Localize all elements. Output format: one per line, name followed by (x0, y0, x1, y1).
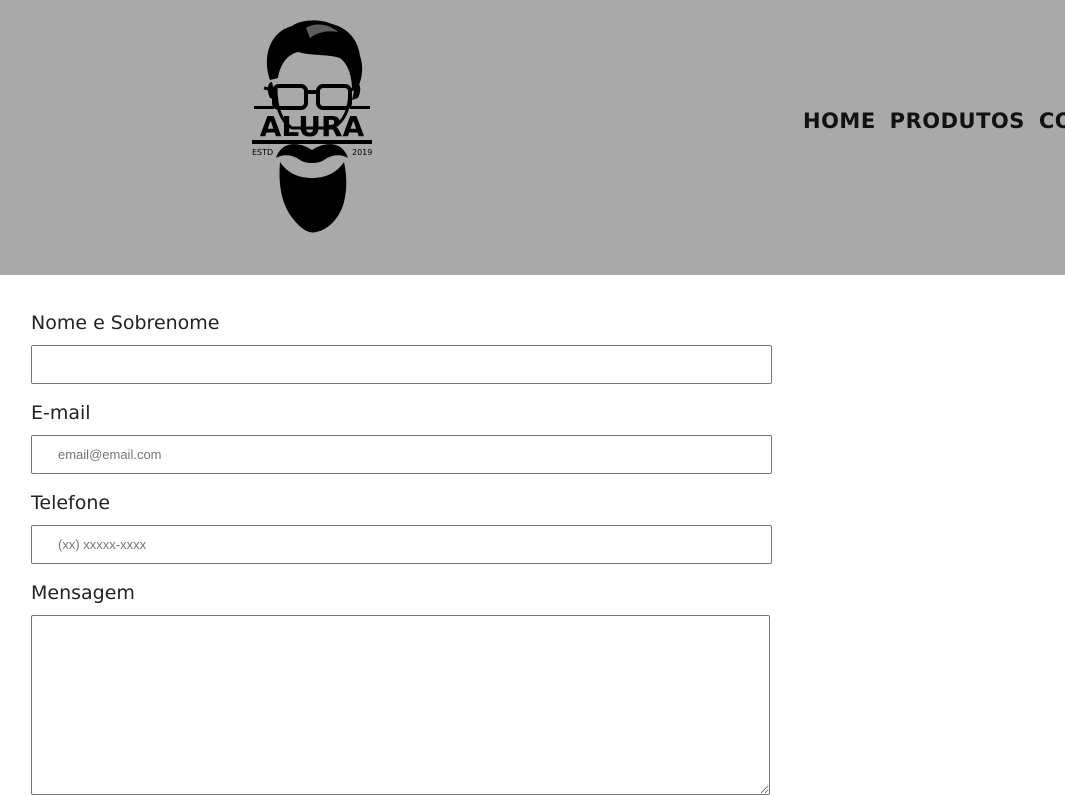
site-header: ALURA ESTD 2019 HOME PRODUTOS CONTATO (0, 0, 1065, 275)
name-input[interactable] (31, 345, 772, 384)
svg-text:ALURA: ALURA (260, 110, 365, 143)
nav-item-home[interactable]: HOME (803, 109, 876, 133)
nav-item-contato[interactable]: CONTATO (1039, 109, 1065, 133)
message-label: Mensagem (31, 582, 135, 604)
phone-label: Telefone (31, 492, 111, 514)
message-textarea[interactable] (31, 615, 770, 795)
bearded-man-glasses-logo-icon: ALURA ESTD 2019 (252, 20, 372, 233)
phone-input[interactable] (31, 525, 772, 564)
contact-form: Nome e Sobrenome E-mail Telefone Mensage… (31, 312, 773, 795)
email-label: E-mail (31, 402, 91, 424)
svg-text:2019: 2019 (352, 148, 372, 157)
email-input[interactable] (31, 435, 772, 474)
nav-item-produtos[interactable]: PRODUTOS (890, 109, 1025, 133)
name-label: Nome e Sobrenome (31, 312, 220, 334)
svg-text:ESTD: ESTD (252, 148, 273, 157)
main-nav: HOME PRODUTOS CONTATO (803, 109, 1065, 133)
alura-logo[interactable]: ALURA ESTD 2019 (248, 18, 376, 236)
